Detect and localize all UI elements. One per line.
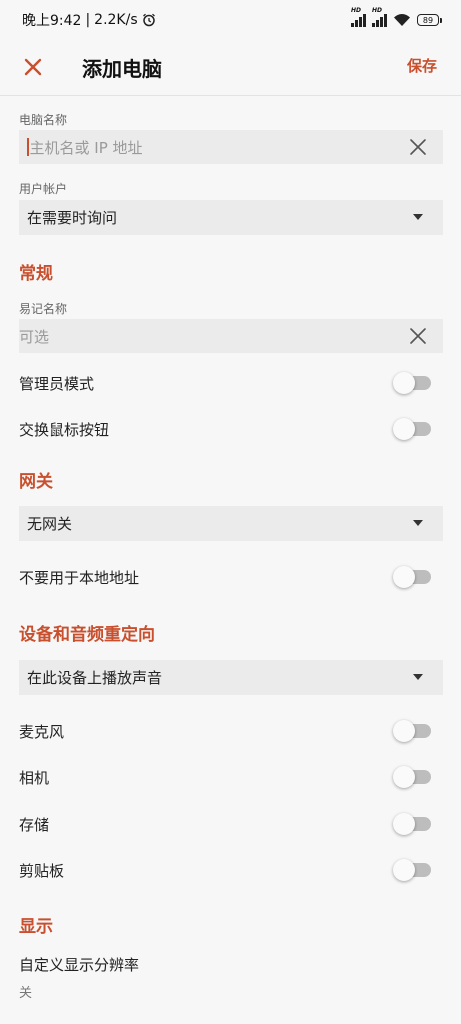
clipboard-label: 剪贴板 (19, 862, 65, 880)
audio-select[interactable]: 在此设备上播放声音 (19, 660, 443, 695)
toggle-knob (393, 859, 415, 881)
page-title: 添加电脑 (82, 57, 162, 81)
computer-name-placeholder: 主机名或 IP 地址 (29, 138, 143, 157)
friendly-name-input[interactable]: 可选 (19, 319, 443, 353)
admin-mode-label: 管理员模式 (19, 375, 95, 393)
friendly-name-placeholder: 可选 (19, 327, 50, 346)
storage-toggle[interactable] (393, 813, 431, 835)
section-redirection-title: 设备和音频重定向 (19, 625, 155, 645)
camera-toggle[interactable] (393, 766, 431, 788)
microphone-toggle[interactable] (393, 720, 431, 742)
dropdown-arrow-icon (413, 520, 423, 526)
wifi-icon (394, 14, 410, 26)
computer-name-label: 电脑名称 (19, 113, 68, 127)
text-cursor (27, 138, 29, 156)
clear-icon[interactable] (409, 327, 427, 345)
status-network-speed: 2.2K/s (94, 12, 138, 28)
custom-resolution-value: 关 (19, 986, 33, 1001)
close-button[interactable] (18, 52, 48, 82)
bypass-local-toggle[interactable] (393, 566, 431, 588)
camera-label: 相机 (19, 769, 50, 787)
section-general-title: 常规 (19, 264, 53, 284)
signal-icon-2: HD (372, 7, 387, 27)
gateway-select[interactable]: 无网关 (19, 506, 443, 541)
section-gateway-title: 网关 (19, 472, 53, 492)
audio-value: 在此设备上播放声音 (27, 669, 163, 687)
dropdown-arrow-icon (413, 674, 423, 680)
close-icon (24, 58, 42, 76)
app-bar: 添加电脑 保存 (0, 40, 461, 96)
save-button[interactable]: 保存 (407, 55, 437, 76)
toggle-knob (393, 813, 415, 835)
toggle-knob (393, 720, 415, 742)
user-account-select[interactable]: 在需要时询问 (19, 200, 443, 235)
battery-level: 89 (422, 15, 434, 25)
status-divider: | (85, 12, 91, 28)
toggle-knob (393, 372, 415, 394)
storage-label: 存储 (19, 816, 50, 834)
admin-mode-toggle[interactable] (393, 372, 431, 394)
clear-icon[interactable] (409, 138, 427, 156)
battery-icon: 89 (417, 14, 442, 26)
dropdown-arrow-icon (413, 214, 423, 220)
toggle-knob (393, 766, 415, 788)
signal-icon: HD (351, 7, 366, 27)
friendly-name-label: 易记名称 (19, 302, 68, 316)
swap-mouse-label: 交换鼠标按钮 (19, 421, 110, 439)
computer-name-input[interactable]: 主机名或 IP 地址 (19, 130, 443, 164)
hd-label-2: HD (372, 7, 383, 14)
toggle-knob (393, 566, 415, 588)
status-left: 晚上9:42 | 2.2K/s (22, 10, 156, 30)
alarm-icon (142, 13, 155, 27)
user-account-value: 在需要时询问 (27, 209, 118, 227)
status-bar: 晚上9:42 | 2.2K/s HD HD 89 (0, 0, 461, 40)
swap-mouse-toggle[interactable] (393, 418, 431, 440)
status-time: 晚上9:42 (22, 13, 82, 29)
microphone-label: 麦克风 (19, 723, 65, 741)
section-display-title: 显示 (19, 917, 53, 937)
clipboard-toggle[interactable] (393, 859, 431, 881)
hd-label: HD (351, 7, 362, 14)
status-right: HD HD 89 (351, 7, 442, 27)
toggle-knob (393, 418, 415, 440)
gateway-value: 无网关 (27, 515, 73, 533)
bypass-local-label: 不要用于本地地址 (19, 569, 140, 587)
user-account-label: 用户帐户 (19, 182, 68, 196)
custom-resolution-label[interactable]: 自定义显示分辨率 (19, 954, 139, 975)
